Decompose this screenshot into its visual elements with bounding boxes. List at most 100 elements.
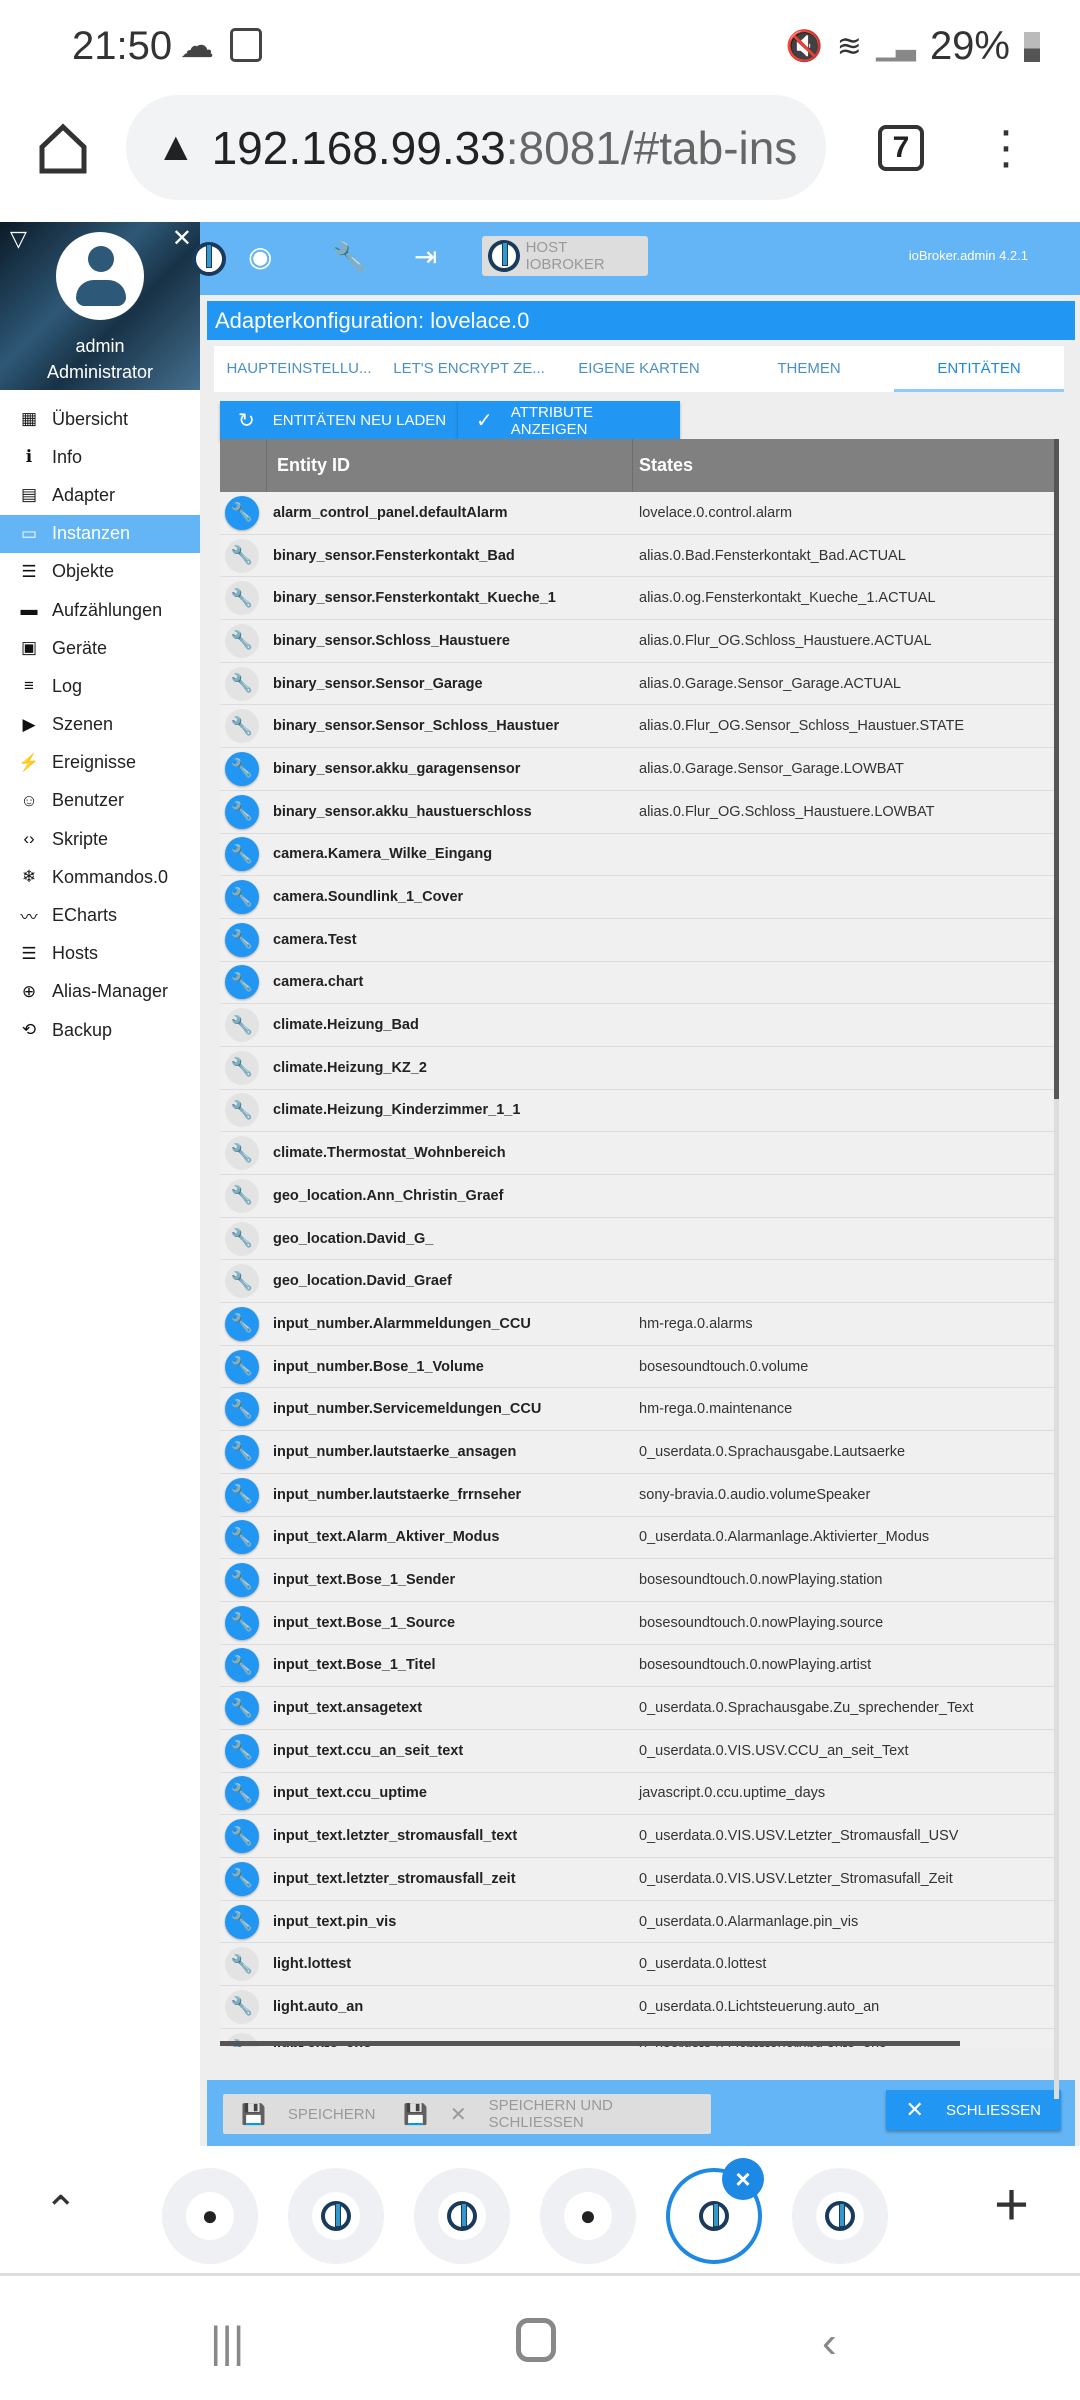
home-nav-icon[interactable] (516, 2318, 556, 2362)
tab-1[interactable]: LET'S ENCRYPT ZE... (384, 346, 554, 392)
entity-state[interactable]: 0_userdata.0.Sprachausgabe.Zu_sprechende… (633, 1700, 974, 1716)
entity-state[interactable]: javascript.0.ccu.uptime_days (633, 1785, 825, 1801)
sidebar-item-backup[interactable]: ⟲ Backup (0, 1011, 200, 1049)
entity-state[interactable]: alias.0.Flur_OG.Schloss_Haustuere.LOWBAT (633, 804, 934, 820)
wrench-icon[interactable]: 🔧 (225, 794, 259, 829)
wrench-icon[interactable]: 🔧 (225, 922, 259, 957)
entity-state[interactable]: alias.0.Flur_OG.Sensor_Schloss_Haustuer.… (633, 718, 964, 734)
wrench-icon[interactable]: 🔧 (225, 751, 259, 786)
wrench-icon[interactable]: 🔧 (225, 1904, 259, 1939)
entity-state[interactable]: alias.0.Bad.Fensterkontakt_Bad.ACTUAL (633, 548, 906, 564)
wrench-icon[interactable]: 🔧 (225, 1178, 259, 1213)
wrench-icon[interactable]: 🔧 (225, 666, 259, 701)
entity-state[interactable]: 0_userdata.0.VIS.USV.Letzter_Stromasufal… (633, 1871, 953, 1887)
wrench-icon[interactable]: 🔧 (225, 1861, 259, 1896)
sidebar-item-ereignisse[interactable]: ⚡ Ereignisse (0, 744, 200, 782)
entity-state[interactable]: bosesoundtouch.0.volume (633, 1359, 808, 1375)
sidebar-item-geräte[interactable]: ▣ Geräte (0, 629, 200, 667)
save-close-button[interactable]: 💾 ✕ SPEICHERN UND SCHLIESSEN (385, 2094, 711, 2134)
horizontal-scrollbar[interactable] (220, 2041, 960, 2046)
wrench-icon[interactable]: 🔧 (225, 1819, 259, 1854)
chevron-up-icon[interactable]: ⌃ (44, 2188, 78, 2234)
wrench-icon[interactable]: 🔧 (225, 1306, 259, 1341)
entity-state[interactable]: alias.0.og.Fensterkontakt_Kueche_1.ACTUA… (633, 590, 936, 606)
sidebar-item-adapter[interactable]: ▤ Adapter (0, 476, 200, 514)
entity-state[interactable]: 0_userdata.0.Alarmanlage.Aktivierter_Mod… (633, 1529, 929, 1545)
dropdown-triangle-icon[interactable]: ▽ (10, 226, 27, 252)
sidebar-item-objekte[interactable]: ☰ Objekte (0, 553, 200, 591)
wrench-icon[interactable]: 🔧 (225, 1050, 259, 1085)
wrench-icon[interactable]: 🔧 (225, 1947, 259, 1982)
host-button[interactable]: HOST IOBROKER (482, 236, 648, 276)
entity-state[interactable]: lovelace.0.control.alarm (633, 505, 792, 521)
wrench-icon[interactable]: 🔧 (225, 880, 259, 915)
wrench-icon[interactable]: 🔧 (225, 1392, 259, 1427)
entity-state[interactable]: 0_userdata.0.Lichtsteuerung.auto_an (633, 1999, 879, 2015)
sidebar-item-skripte[interactable]: ‹› Skripte (0, 820, 200, 858)
sidebar-item-echarts[interactable]: 〰 ECharts (0, 896, 200, 934)
entity-state[interactable]: bosesoundtouch.0.nowPlaying.source (633, 1615, 883, 1631)
sidebar-item-instanzen[interactable]: ▭ Instanzen (0, 514, 200, 553)
sidebar-item-übersicht[interactable]: ▦ Übersicht (0, 400, 200, 438)
wrench-icon[interactable]: 🔧 (225, 623, 259, 658)
wrench-icon[interactable]: 🔧 (225, 1008, 259, 1043)
home-icon[interactable] (38, 123, 88, 175)
entity-state[interactable]: alias.0.Garage.Sensor_Garage.LOWBAT (633, 761, 904, 777)
wrench-icon[interactable]: 🔧 (225, 1349, 259, 1384)
entity-state[interactable]: bosesoundtouch.0.nowPlaying.station (633, 1572, 882, 1588)
sidebar-item-szenen[interactable]: ▶ Szenen (0, 706, 200, 744)
entity-state[interactable]: hm-rega.0.maintenance (633, 1401, 792, 1417)
entity-state[interactable]: alias.0.Flur_OG.Schloss_Haustuere.ACTUAL (633, 633, 932, 649)
wrench-icon[interactable]: 🔧 (225, 1136, 259, 1171)
sidebar-item-info[interactable]: ℹ Info (0, 438, 200, 476)
wrench-icon[interactable]: 🔧 (225, 837, 259, 872)
wrench-icon[interactable]: 🔧 (225, 1093, 259, 1128)
wrench-icon[interactable]: 🔧 (225, 1563, 259, 1598)
wrench-icon[interactable]: 🔧 (225, 709, 259, 744)
wrench-icon[interactable]: 🔧 (225, 1477, 259, 1512)
entity-state[interactable]: 0_userdata.0.lottest (633, 1956, 766, 1972)
eye-icon[interactable]: ◉ (248, 240, 272, 273)
browser-tab[interactable]: ● (540, 2168, 636, 2264)
entity-state[interactable]: 0_userdata.0.VIS.USV.Letzter_Stromausfal… (633, 1828, 958, 1844)
recent-apps-icon[interactable]: ||| (210, 2318, 244, 2368)
wrench-icon[interactable]: 🔧 (332, 240, 367, 273)
entity-state[interactable]: 0_userdata.0.Alarmanlage.pin_vis (633, 1914, 858, 1930)
wrench-icon[interactable]: 🔧 (225, 1221, 259, 1256)
show-attributes-button[interactable]: ✓ ATTRIBUTE ANZEIGEN (458, 401, 680, 440)
wrench-icon[interactable]: 🔧 (225, 1648, 259, 1683)
entity-state[interactable]: sony-bravia.0.audio.volumeSpeaker (633, 1487, 870, 1503)
wrench-icon[interactable]: 🔧 (225, 1691, 259, 1726)
vertical-scrollbar-thumb[interactable] (1054, 439, 1059, 1099)
save-button[interactable]: 💾 SPEICHERN (223, 2094, 394, 2134)
wrench-icon[interactable]: 🔧 (225, 495, 259, 530)
url-field[interactable]: ▲ 192.168.99.33:8081/#tab-ins (126, 95, 826, 200)
wrench-icon[interactable]: 🔧 (225, 1733, 259, 1768)
sidebar-item-alias-manager[interactable]: ⊕ Alias-Manager (0, 973, 200, 1011)
sidebar-item-log[interactable]: ≡ Log (0, 667, 200, 705)
browser-tab[interactable]: ● (162, 2168, 258, 2264)
tab-2[interactable]: EIGENE KARTEN (554, 346, 724, 392)
wrench-icon[interactable]: 🔧 (225, 581, 259, 616)
tab-0[interactable]: HAUPTEINSTELLU... (214, 346, 384, 392)
close-icon[interactable]: ✕ (172, 224, 192, 253)
tab-3[interactable]: THEMEN (724, 346, 894, 392)
entity-state[interactable]: 0_userdata.0.VIS.USV.CCU_an_seit_Text (633, 1743, 908, 1759)
wrench-icon[interactable]: 🔧 (225, 1434, 259, 1469)
close-button[interactable]: ✕ SCHLIESSEN (885, 2090, 1061, 2130)
entity-state[interactable]: alias.0.Garage.Sensor_Garage.ACTUAL (633, 676, 901, 692)
wrench-icon[interactable]: 🔧 (225, 1776, 259, 1811)
wrench-icon[interactable]: 🔧 (225, 1264, 259, 1299)
wrench-icon[interactable]: 🔧 (225, 1520, 259, 1555)
browser-tab[interactable] (414, 2168, 510, 2264)
new-tab-icon[interactable]: + (994, 2170, 1029, 2239)
sidebar-item-hosts[interactable]: ☰ Hosts (0, 935, 200, 973)
sidebar-item-benutzer[interactable]: ☺ Benutzer (0, 782, 200, 820)
entity-state[interactable]: 0_userdata.0.Sprachausgabe.Lautsaerke (633, 1444, 905, 1460)
more-menu-icon[interactable]: · · · (996, 107, 1016, 187)
close-tab-icon[interactable]: × (722, 2158, 764, 2200)
wrench-icon[interactable]: 🔧 (225, 538, 259, 573)
browser-tab[interactable] (288, 2168, 384, 2264)
sidebar-item-kommandos-0[interactable]: ❄ Kommandos.0 (0, 858, 200, 896)
entity-state[interactable]: hm-rega.0.alarms (633, 1316, 753, 1332)
